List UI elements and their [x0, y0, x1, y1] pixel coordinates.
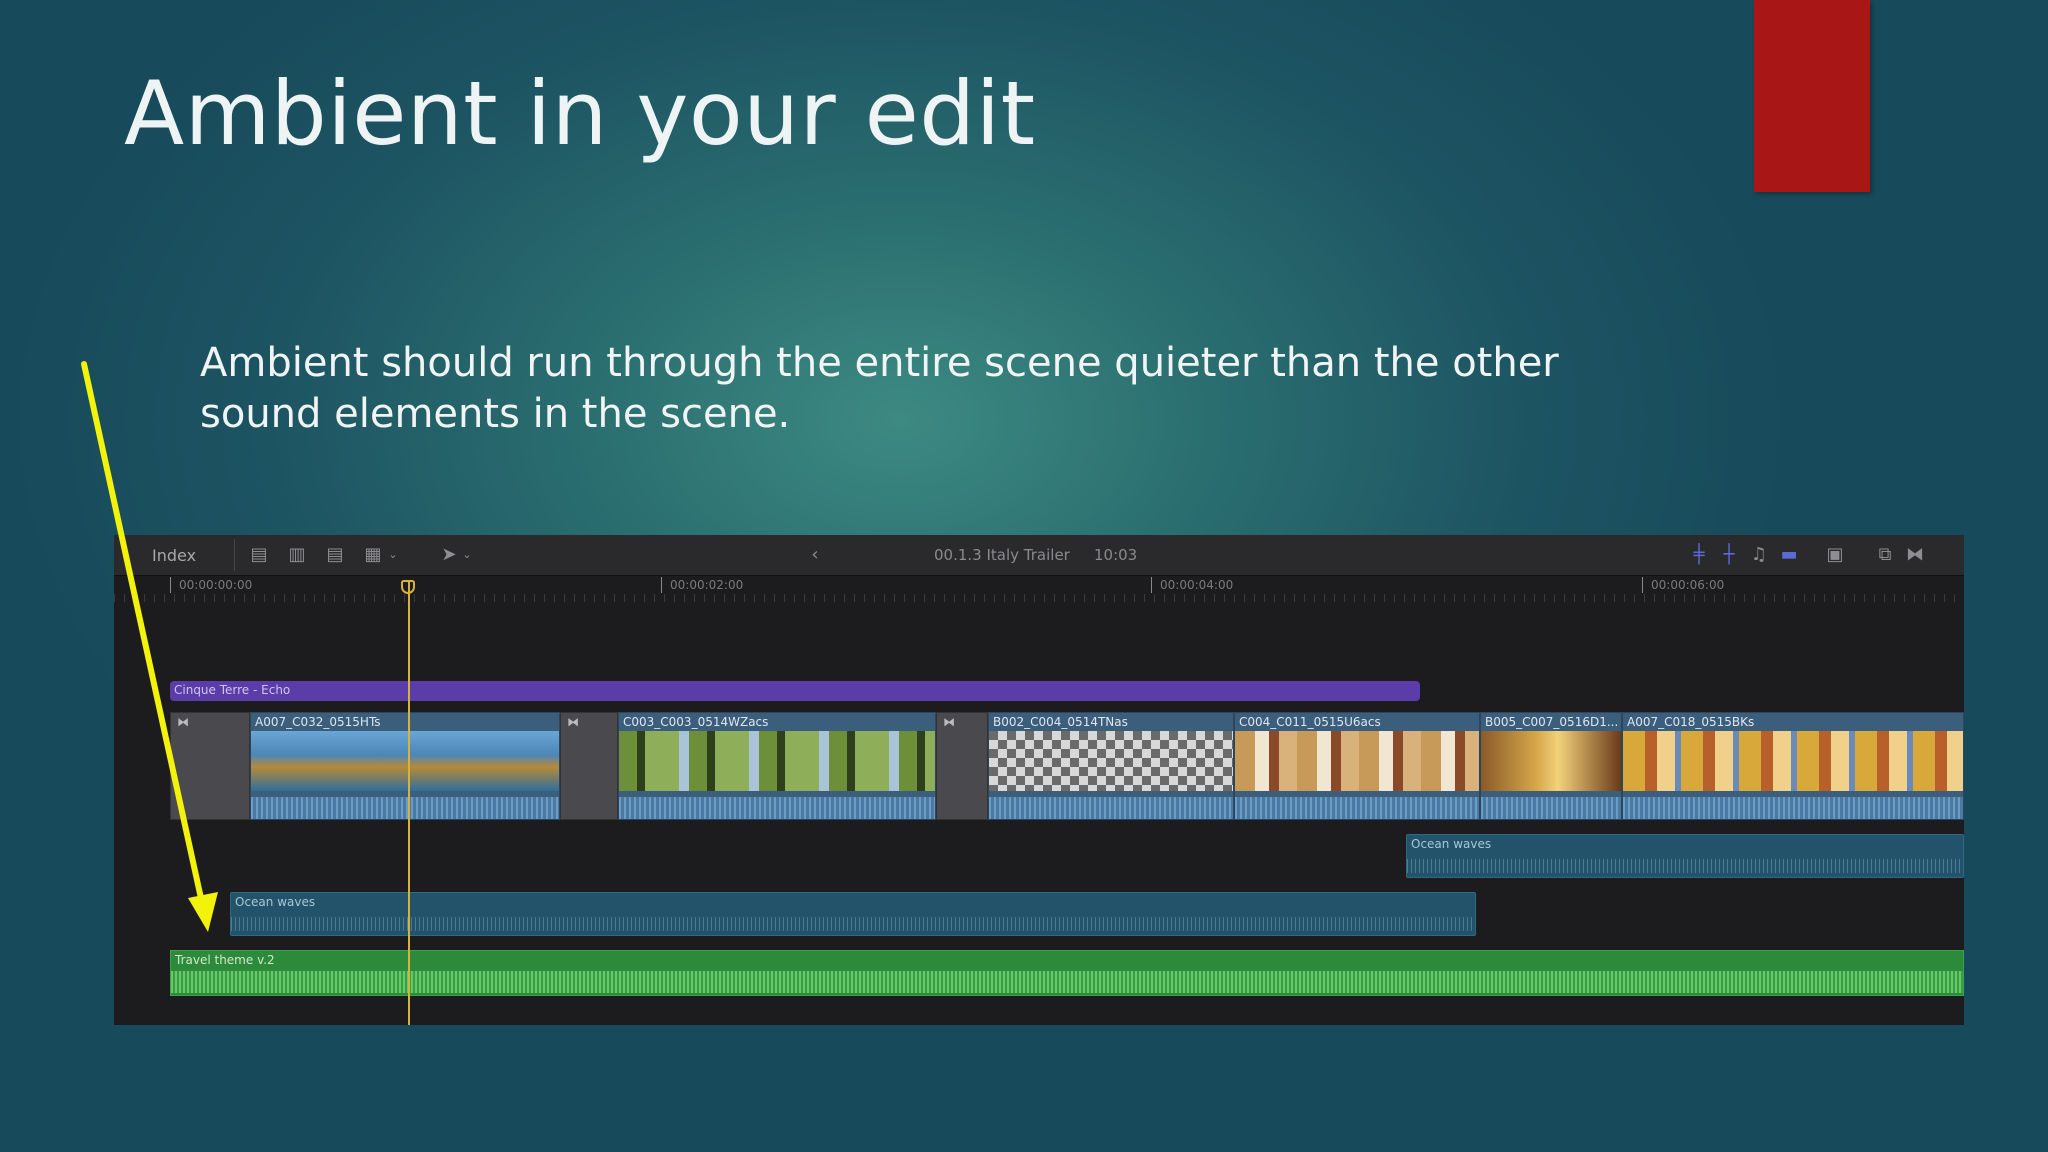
annotation-arrow — [81, 361, 218, 932]
